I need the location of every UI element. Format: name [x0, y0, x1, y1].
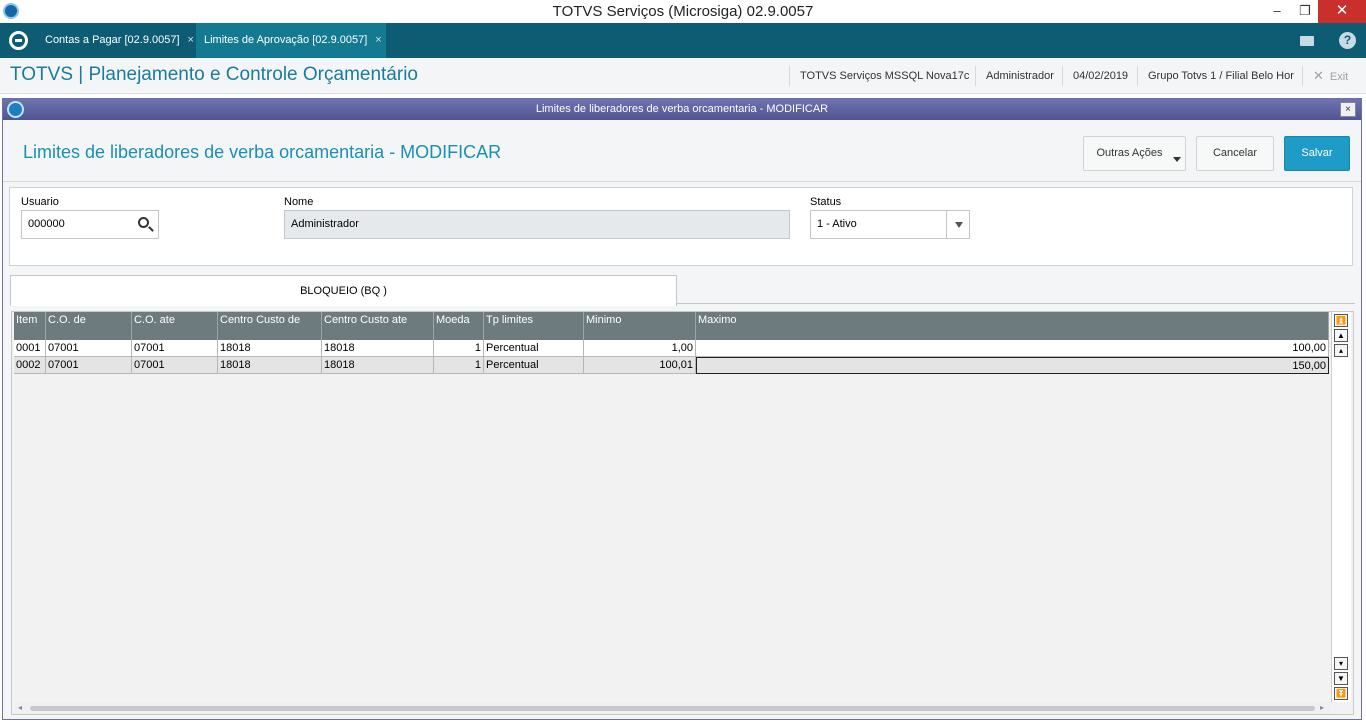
caret-down-icon [1173, 157, 1181, 162]
status-select[interactable]: 1 - Ativo [810, 210, 970, 239]
dialog-title: Limites de liberadores de verba orcament… [535, 103, 829, 115]
help-icon[interactable]: ? [1339, 32, 1356, 49]
cell-cc-ate[interactable]: 18018 [322, 357, 434, 374]
column-header-co-ate[interactable]: C.O. ate [132, 312, 218, 340]
column-header-cc-ate[interactable]: Centro Custo ate [322, 312, 434, 340]
module-title: TOTVS | Planejamento e Controle Orçament… [10, 64, 418, 85]
scroll-page-down-icon[interactable]: ▼ [1334, 672, 1348, 685]
cell-item[interactable]: 0002 [14, 357, 46, 374]
dialog-close-button[interactable]: × [1340, 102, 1356, 117]
module-header: TOTVS | Planejamento e Controle Orçament… [0, 58, 1366, 94]
status-label: Status [810, 196, 842, 208]
minimize-button[interactable]: – [1262, 0, 1292, 23]
other-actions-label: Outras Ações [1096, 147, 1163, 159]
window-title: TOTVS Serviços (Microsiga) 02.9.0057 [552, 3, 814, 20]
vertical-scrollbar[interactable]: ⏫ ▲ ▴ ▾ ▼ ⏬ [1331, 312, 1351, 702]
scroll-top-icon[interactable]: ⏫ [1334, 314, 1348, 327]
close-icon: ✕ [1313, 68, 1324, 83]
dropdown-divider [946, 211, 947, 238]
cell-co-ate[interactable]: 07001 [132, 357, 218, 374]
branch-info: Grupo Totvs 1 / Filial Belo Hor [1137, 66, 1304, 86]
cancel-button[interactable]: Cancelar [1196, 136, 1274, 171]
horizontal-scrollbar[interactable]: ◂ ▸ [14, 702, 1331, 714]
environment-info: TOTVS Serviços MSSQL Nova17c [789, 66, 979, 86]
tab-contas-a-pagar[interactable]: Contas a Pagar [02.9.0057] × [37, 23, 195, 58]
form-panel: Usuario 000000 Nome Administrador Status… [9, 187, 1353, 266]
cell-co-de[interactable]: 07001 [46, 340, 132, 357]
limits-grid: Item C.O. de C.O. ate Centro Custo de Ce… [11, 311, 1354, 715]
scroll-left-icon[interactable]: ◂ [18, 702, 22, 714]
scroll-up-icon[interactable]: ▴ [1334, 344, 1348, 357]
tab-bloqueio[interactable]: BLOQUEIO (BQ ) [10, 275, 677, 306]
name-field: Administrador [284, 210, 790, 239]
chevron-down-icon[interactable] [955, 222, 963, 228]
cell-maximo[interactable]: 150,00 [696, 357, 1329, 374]
other-actions-button[interactable]: Outras Ações [1083, 136, 1186, 171]
column-header-minimo[interactable]: Minimo [584, 312, 696, 340]
cell-maximo[interactable]: 100,00 [696, 340, 1329, 357]
cell-co-de[interactable]: 07001 [46, 357, 132, 374]
maximize-button[interactable]: ❐ [1290, 0, 1320, 23]
grid-header: Item C.O. de C.O. ate Centro Custo de Ce… [14, 312, 1329, 340]
cell-item[interactable]: 0001 [14, 340, 46, 357]
scroll-right-icon[interactable]: ▸ [1320, 702, 1324, 714]
cell-moeda[interactable]: 1 [434, 340, 484, 357]
exit-label: Exit [1329, 71, 1349, 83]
cell-minimo[interactable]: 100,01 [584, 357, 696, 374]
cell-tp-limites[interactable]: Percentual [484, 357, 584, 374]
window-title-bar: TOTVS Serviços (Microsiga) 02.9.0057 – ❐… [0, 0, 1366, 23]
tab-label: Limites de Aprovação [02.9.0057] [204, 34, 368, 46]
cell-co-ate[interactable]: 07001 [132, 340, 218, 357]
tab-close-icon[interactable]: × [375, 34, 381, 46]
user-field[interactable]: 000000 [21, 210, 159, 239]
scroll-bottom-icon[interactable]: ⏬ [1334, 687, 1348, 700]
user-label: Usuario [21, 196, 59, 208]
dialog-title-bar: Limites de liberadores de verba orcament… [3, 99, 1361, 120]
date-info: 04/02/2019 [1062, 66, 1138, 86]
column-header-maximo[interactable]: Maximo [696, 312, 1329, 340]
app-tab-bar: Contas a Pagar [02.9.0057] × Limites de A… [0, 23, 1366, 58]
user-value: 000000 [28, 218, 65, 230]
dialog-window: Limites de liberadores de verba orcament… [2, 98, 1362, 720]
tab-label: Contas a Pagar [02.9.0057] [45, 34, 180, 46]
table-row[interactable]: 0001 07001 07001 18018 18018 1 Percentua… [14, 340, 1329, 357]
cell-moeda[interactable]: 1 [434, 357, 484, 374]
status-value: 1 - Ativo [817, 218, 857, 230]
table-row[interactable]: 0002 07001 07001 18018 18018 1 Percentua… [14, 357, 1329, 374]
user-info: Administrador [975, 66, 1064, 86]
page-title: Limites de liberadores de verba orcament… [23, 142, 502, 162]
cell-cc-de[interactable]: 18018 [218, 340, 322, 357]
tab-divider [677, 303, 1355, 304]
exit-button[interactable]: ✕ Exit [1302, 66, 1348, 86]
dialog-header: Limites de liberadores de verba orcament… [3, 120, 1361, 182]
cell-cc-ate[interactable]: 18018 [322, 340, 434, 357]
column-header-moeda[interactable]: Moeda [434, 312, 484, 340]
column-header-co-de[interactable]: C.O. de [46, 312, 132, 340]
save-button[interactable]: Salvar [1284, 136, 1350, 171]
column-header-tp-limites[interactable]: Tp limites [484, 312, 584, 340]
cell-minimo[interactable]: 1,00 [584, 340, 696, 357]
cell-cc-de[interactable]: 18018 [218, 357, 322, 374]
tab-limites-de-aprovacao[interactable]: Limites de Aprovação [02.9.0057] × [196, 23, 386, 58]
totvs-logo-icon[interactable] [9, 31, 28, 50]
scroll-down-icon[interactable]: ▾ [1334, 657, 1348, 670]
window-close-button[interactable]: ✕ [1318, 0, 1366, 23]
name-label: Nome [284, 196, 314, 208]
mail-icon[interactable] [1300, 36, 1314, 46]
column-header-cc-de[interactable]: Centro Custo de [218, 312, 322, 340]
cell-tp-limites[interactable]: Percentual [484, 340, 584, 357]
tab-close-icon[interactable]: × [188, 34, 194, 46]
scroll-page-up-icon[interactable]: ▲ [1334, 329, 1348, 342]
scroll-thumb[interactable] [30, 706, 1315, 711]
search-icon[interactable] [138, 217, 149, 228]
column-header-item[interactable]: Item [14, 312, 46, 340]
grid-table: Item C.O. de C.O. ate Centro Custo de Ce… [14, 312, 1329, 374]
